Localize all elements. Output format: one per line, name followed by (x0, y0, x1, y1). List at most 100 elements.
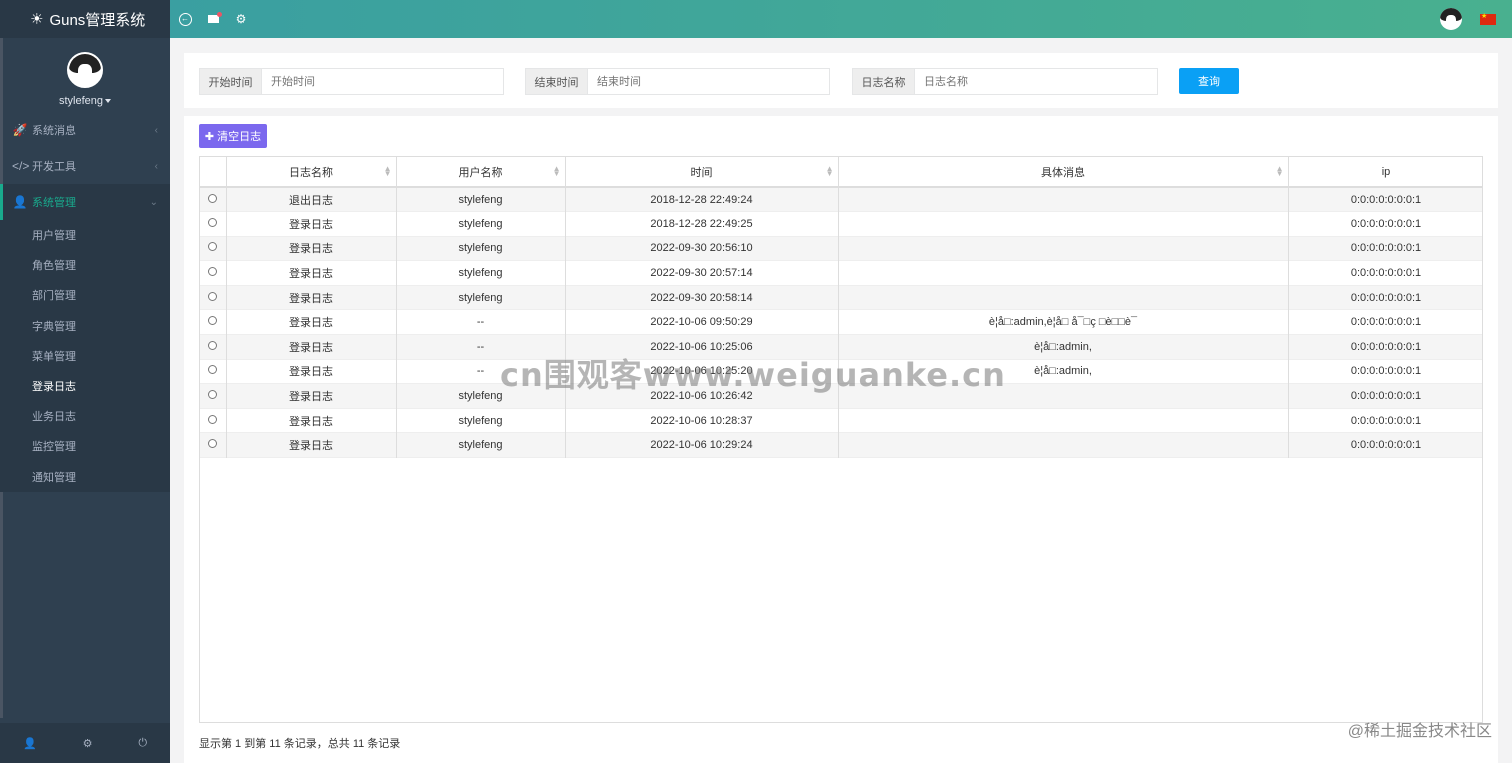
cell-log-name: 登录日志 (226, 408, 397, 433)
topbar: ← ⚙ (170, 0, 1512, 38)
user-icon: 👤 (12, 195, 28, 209)
row-radio-cell[interactable] (200, 260, 227, 286)
row-select-radio[interactable] (208, 316, 218, 326)
clear-log-button[interactable]: ✚ 清空日志 (199, 124, 267, 148)
chevron-left-icon: ‹ (154, 124, 158, 136)
sidebar-item-dept-management[interactable]: 部门管理 (0, 280, 170, 310)
table-row[interactable]: 登录日志 stylefeng 2022-09-30 20:57:14 0:0:0:0:… (200, 260, 1482, 286)
user-dropdown[interactable]: stylefeng (0, 95, 170, 107)
cell-ip: 0:0:0:0:0:0:0:1 (1288, 236, 1482, 261)
power-icon[interactable]: ⏻ (138, 737, 147, 750)
sidebar-item-label: 系统管理 (32, 197, 76, 209)
cell-log-name: 登录日志 (226, 359, 397, 384)
row-radio-cell[interactable] (200, 408, 227, 433)
table-row[interactable]: 登录日志 stylefeng 2022-10-06 10:29:24 0:0:0:0:… (200, 432, 1482, 458)
table-row[interactable]: 登录日志 stylefeng 2022-10-06 10:28:37 0:0:0:0:… (200, 408, 1482, 433)
table-row[interactable]: 退出日志 stylefeng 2018-12-28 22:49:24 0:0:0:0:… (200, 187, 1482, 212)
cell-log-name: 登录日志 (226, 211, 397, 237)
settings-button[interactable]: ⚙ (234, 12, 248, 26)
row-select-radio[interactable] (208, 267, 218, 277)
cell-user-name: stylefeng (396, 285, 566, 310)
sidebar-item-notice[interactable]: 通知管理 (0, 462, 170, 492)
table-header-row: 日志名称 ▲ ▼ 用户名称 ▲ ▼ 时间 ▲ ▼ 具体消息 ▲ ▼ ip (200, 157, 1482, 188)
row-select-radio[interactable] (208, 291, 218, 301)
row-radio-cell[interactable] (200, 334, 227, 360)
topbar-right (1440, 0, 1496, 38)
code-icon: </> (12, 159, 30, 173)
gear-icon: ⚙ (235, 12, 247, 26)
sidebar-item-login-log[interactable]: 登录日志 (0, 371, 170, 401)
watermark-center: cn围观客www.weiguanke.cn (500, 356, 1006, 394)
gear-icon[interactable]: ⚙ (83, 737, 93, 750)
topbar-icons: ← ⚙ (178, 0, 248, 38)
sidebar-item-role-management[interactable]: 角色管理 (0, 250, 170, 280)
log-name-input[interactable] (915, 69, 1157, 94)
sidebar-item-dict-management[interactable]: 字典管理 (0, 311, 170, 341)
back-icon: ← (178, 12, 192, 26)
row-radio-cell[interactable] (200, 309, 227, 335)
column-header-ip[interactable]: ip (1288, 157, 1482, 188)
row-radio-cell[interactable] (200, 285, 227, 310)
row-select-radio[interactable] (208, 340, 218, 350)
cell-ip: 0:0:0:0:0:0:0:1 (1288, 309, 1482, 335)
watermark-corner: @稀土掘金技术社区 (1347, 723, 1492, 740)
cell-user-name: stylefeng (396, 432, 566, 458)
start-time-field: 开始时间 (199, 68, 504, 95)
sort-icon: ▲ ▼ (1275, 164, 1284, 178)
sidebar-item-operation-log[interactable]: 业务日志 (0, 401, 170, 431)
column-header-message[interactable]: 具体消息 ▲ ▼ (838, 157, 1289, 188)
row-radio-cell[interactable] (200, 211, 227, 237)
sidebar-item-menu-management[interactable]: 菜单管理 (0, 341, 170, 371)
clear-log-label: 清空日志 (217, 131, 262, 143)
row-radio-cell[interactable] (200, 432, 227, 458)
cell-message (838, 211, 1289, 237)
avatar[interactable] (67, 52, 103, 88)
caret-down-icon (105, 99, 112, 104)
table-body: 退出日志 stylefeng 2018-12-28 22:49:24 0:0:0:0:… (200, 187, 1482, 458)
cell-ip: 0:0:0:0:0:0:0:1 (1288, 334, 1482, 360)
column-header-user-name[interactable]: 用户名称 ▲ ▼ (396, 157, 566, 188)
cell-time: 2018-12-28 22:49:25 (565, 211, 839, 237)
sidebar-item-system-messages[interactable]: 🚀 系统消息 ‹ (0, 112, 170, 148)
row-radio-cell[interactable] (200, 359, 227, 384)
row-select-radio[interactable] (208, 217, 218, 227)
log-table: 日志名称 ▲ ▼ 用户名称 ▲ ▼ 时间 ▲ ▼ 具体消息 ▲ ▼ ip 退出日志 stylefe… (200, 157, 1482, 458)
query-button[interactable]: 查询 (1179, 68, 1239, 94)
row-radio-cell[interactable] (200, 236, 227, 261)
mail-icon (207, 12, 222, 23)
row-radio-cell[interactable] (200, 383, 227, 409)
sidebar-item-dev-tools[interactable]: </> 开发工具 ‹ (0, 148, 170, 184)
message-button[interactable] (206, 12, 222, 26)
cell-log-name: 登录日志 (226, 260, 397, 286)
table-row[interactable]: 登录日志 stylefeng 2018-12-28 22:49:25 0:0:0:0:… (200, 211, 1482, 237)
cell-message: è¦å□:admin,è¦å□ å¯□ç □è□□è¯ (838, 309, 1289, 335)
table-row[interactable]: 登录日志 stylefeng 2022-09-30 20:56:10 0:0:0:0:… (200, 236, 1482, 261)
row-radio-cell[interactable] (200, 187, 227, 212)
row-select-radio[interactable] (208, 193, 218, 203)
column-header-time[interactable]: 时间 ▲ ▼ (565, 157, 839, 188)
row-select-radio[interactable] (208, 242, 218, 252)
cell-time: 2022-09-30 20:56:10 (565, 236, 839, 261)
user-icon[interactable]: 👤 (23, 737, 37, 750)
row-select-radio[interactable] (208, 439, 218, 449)
sidebar-item-system-management[interactable]: 👤 系统管理 ⌄ (0, 184, 170, 220)
start-time-input[interactable] (262, 69, 503, 94)
header-avatar[interactable] (1440, 8, 1462, 30)
table-row[interactable]: 登录日志 stylefeng 2022-09-30 20:58:14 0:0:0:0:… (200, 285, 1482, 310)
sidebar-item-monitor[interactable]: 监控管理 (0, 431, 170, 461)
cell-ip: 0:0:0:0:0:0:0:1 (1288, 408, 1482, 433)
row-select-radio[interactable] (208, 365, 218, 375)
sidebar-item-user-management[interactable]: 用户管理 (0, 220, 170, 250)
row-select-radio[interactable] (208, 390, 218, 400)
table-row[interactable]: 登录日志 -- 2022-10-06 09:50:29 è¦å□:admin,è¦å□… (200, 309, 1482, 335)
cell-ip: 0:0:0:0:0:0:0:1 (1288, 432, 1482, 458)
back-button[interactable]: ← (178, 12, 192, 26)
row-select-radio[interactable] (208, 414, 218, 424)
sidebar-footer: 👤 ⚙ ⏻ (0, 723, 170, 763)
end-time-input[interactable] (588, 69, 829, 94)
cell-log-name: 登录日志 (226, 309, 397, 335)
column-header-log-name[interactable]: 日志名称 ▲ ▼ (226, 157, 397, 188)
china-flag-icon[interactable] (1480, 12, 1496, 25)
cell-message (838, 432, 1289, 458)
log-name-field: 日志名称 (852, 68, 1158, 95)
